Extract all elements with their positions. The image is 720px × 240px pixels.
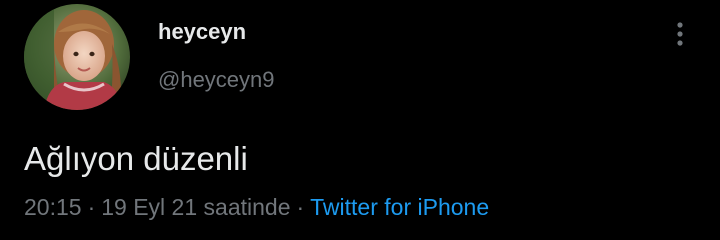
meta-separator: ·: [87, 194, 96, 220]
user-handle[interactable]: @heyceyn9: [158, 66, 275, 94]
meta-separator: ·: [296, 194, 305, 220]
avatar[interactable]: [24, 4, 130, 110]
tweet-source-link[interactable]: Twitter for iPhone: [310, 194, 489, 220]
more-vertical-icon: [677, 22, 683, 46]
tweet-meta: 20:15 · 19 Eyl 21 saatinde · Twitter for iPh…: [24, 192, 489, 222]
tweet-text: Ağlıyon düzenli: [24, 140, 248, 177]
avatar-image: [24, 4, 130, 110]
tweet-date[interactable]: 19 Eyl 21 saatinde: [101, 194, 290, 220]
tweet-time[interactable]: 20:15: [24, 194, 82, 220]
display-name[interactable]: heyceyn: [158, 18, 246, 46]
more-options-button[interactable]: [664, 16, 696, 52]
tweet: heyceyn @heyceyn9 Ağlıyon düzenli 20:15 ·…: [0, 0, 720, 240]
